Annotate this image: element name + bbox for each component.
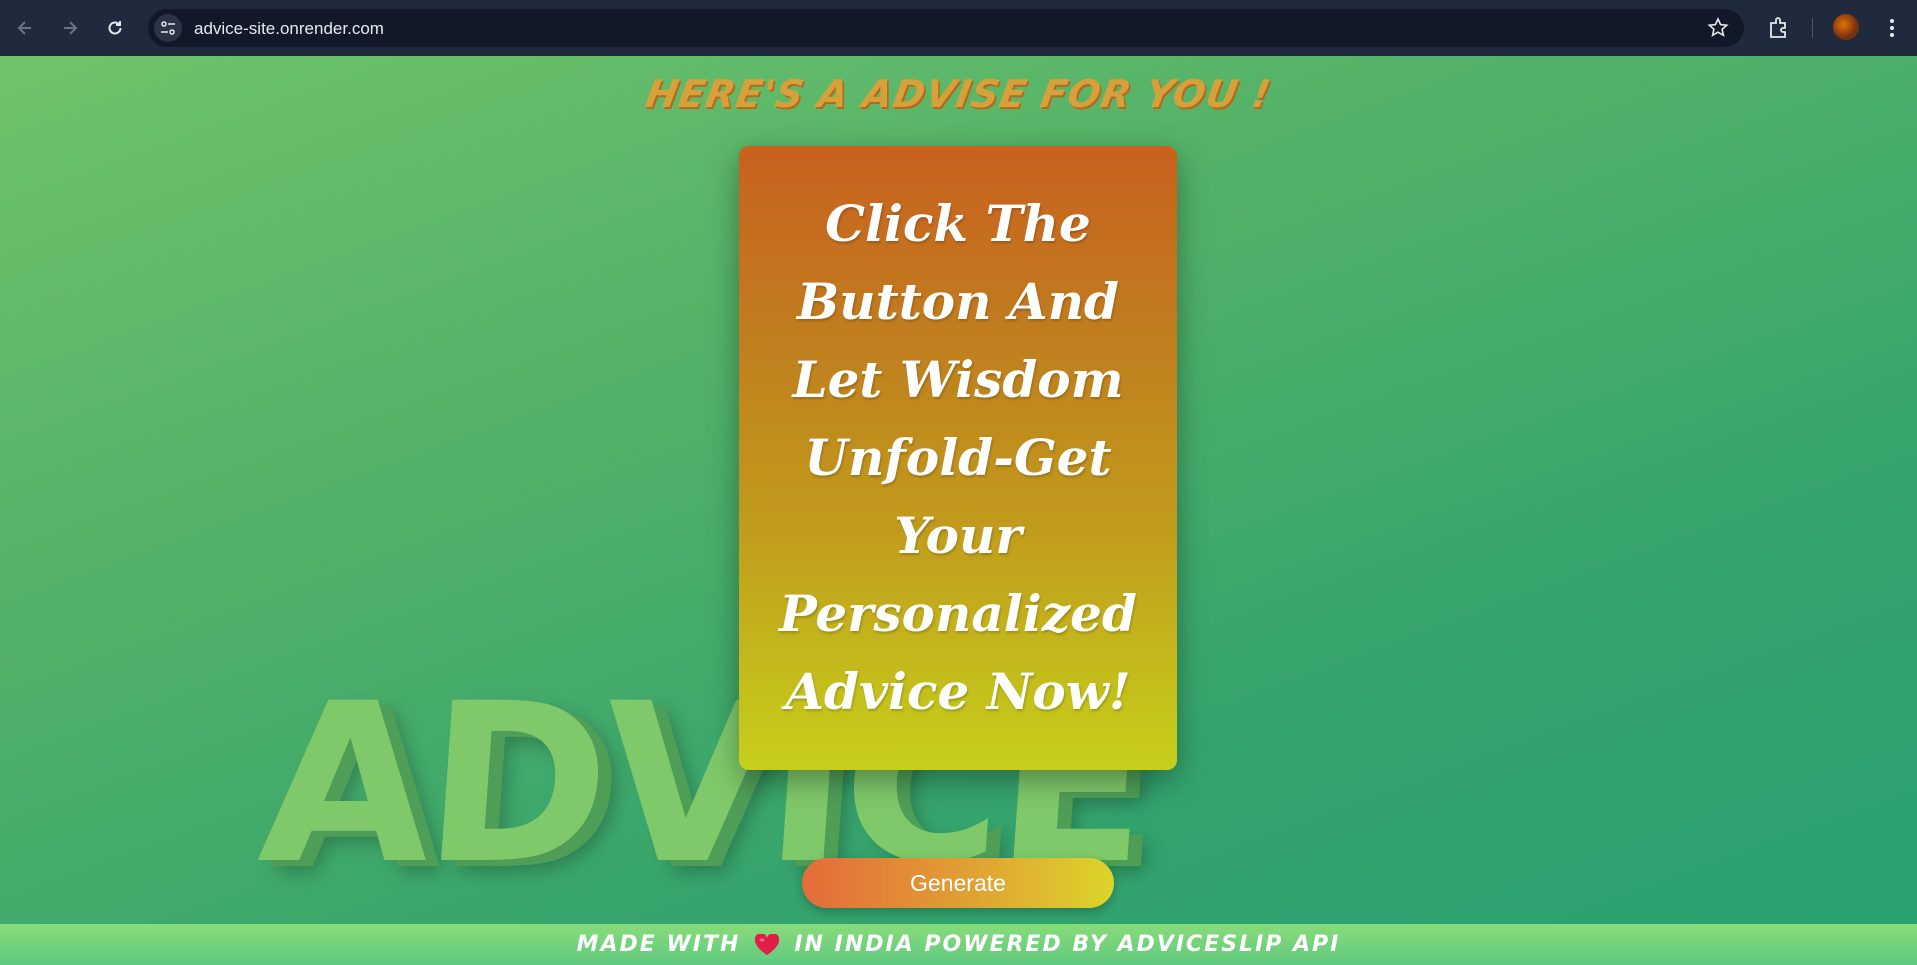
reload-button[interactable] xyxy=(99,12,131,44)
site-settings-button[interactable] xyxy=(154,14,182,42)
menu-kebab-icon xyxy=(1890,19,1894,37)
advice-card: Click The Button And Let Wisdom Unfold-G… xyxy=(739,146,1177,770)
url-text[interactable]: advice-site.onrender.com xyxy=(194,19,384,39)
toolbar-divider xyxy=(1812,18,1813,38)
forward-arrow-icon xyxy=(64,21,78,35)
footer-text-end: IN INDIA POWERED BY ADVICESLIP API xyxy=(794,932,1341,957)
extensions-button[interactable] xyxy=(1764,13,1794,43)
site-settings-icon xyxy=(161,21,175,35)
bookmark-star-icon xyxy=(1707,17,1729,37)
forward-button[interactable] xyxy=(54,12,86,44)
profile-avatar[interactable] xyxy=(1833,14,1859,40)
page-body: ADVICE HERE'S A ADVISE FOR YOU ! Click T… xyxy=(0,56,1917,965)
footer: MADE WITH IN INDIA POWERED BY ADVICESLIP… xyxy=(0,924,1917,965)
footer-text-start: MADE WITH xyxy=(576,932,741,957)
back-button[interactable] xyxy=(9,12,41,44)
heart-icon xyxy=(754,932,780,956)
browser-toolbar: advice-site.onrender.com xyxy=(0,0,1917,56)
reload-icon xyxy=(108,21,122,35)
browser-menu-button[interactable] xyxy=(1880,14,1904,42)
bookmark-button[interactable] xyxy=(1706,16,1730,40)
generate-button[interactable]: Generate xyxy=(802,858,1114,908)
extensions-icon xyxy=(1770,17,1786,38)
back-arrow-icon xyxy=(17,21,31,35)
address-bar[interactable]: advice-site.onrender.com xyxy=(148,9,1744,47)
advice-text: Click The Button And Let Wisdom Unfold-G… xyxy=(779,194,1137,721)
page-heading: HERE'S A ADVISE FOR YOU ! xyxy=(642,72,1275,116)
